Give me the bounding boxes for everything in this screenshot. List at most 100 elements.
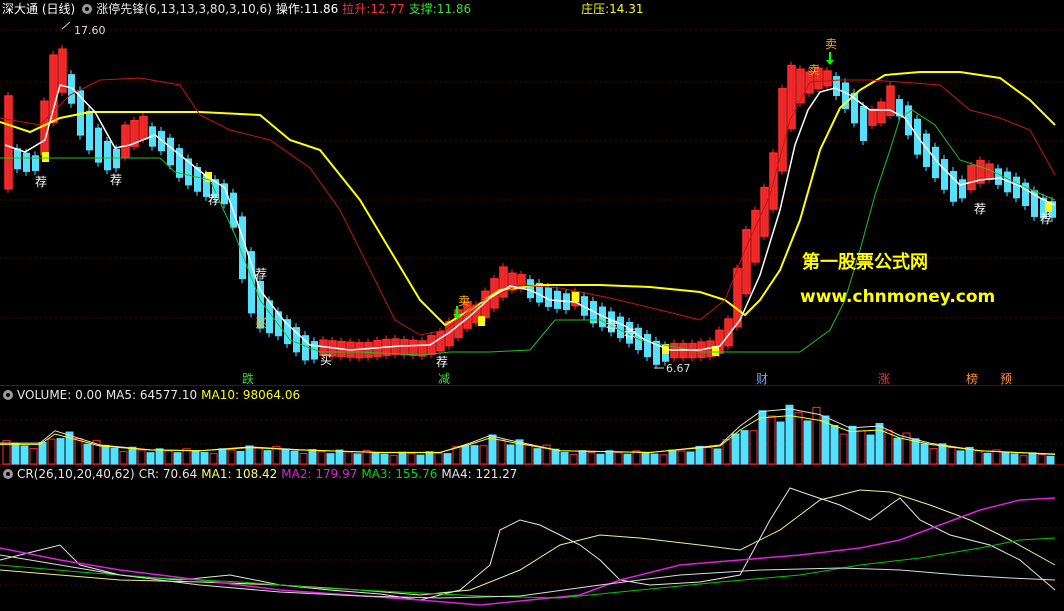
volume-bar: [785, 404, 794, 465]
volume-bar: [713, 448, 722, 465]
volume-bar: [929, 448, 938, 465]
candle-body: [941, 159, 948, 190]
volume-bar: [380, 453, 389, 465]
volume-bar: [227, 449, 236, 465]
tuijian-marker: 荐: [436, 355, 448, 369]
candle-body: [527, 279, 534, 299]
volume-bar: [164, 450, 173, 465]
sell-marker: 卖: [825, 37, 837, 51]
candle-body: [644, 333, 651, 358]
volume-bar: [560, 452, 569, 465]
volume-bar: [686, 451, 695, 465]
volume-bar: [299, 453, 308, 465]
tuijian-marker: 荐: [35, 175, 47, 189]
high-price-label: 17.60: [74, 24, 106, 37]
bottom-tag: 跌: [242, 371, 254, 386]
volume-bar: [659, 454, 668, 465]
buy-marker: 买: [255, 316, 267, 330]
volume-bar: [245, 445, 254, 465]
cr-ma4-line: [0, 554, 1056, 599]
candle-body: [1013, 176, 1020, 199]
volume-bar: [578, 450, 587, 465]
grid-lines: [0, 29, 1064, 586]
volume-bar: [893, 437, 902, 465]
volume-bar: [812, 406, 821, 465]
tuijian-marker: 荐: [255, 267, 267, 281]
candle-fill: [410, 340, 417, 356]
candle-fill: [869, 109, 876, 126]
candle-fill: [5, 95, 12, 189]
volume-bar: [119, 450, 128, 465]
volume-bar: [803, 420, 812, 465]
volume-bar: [281, 448, 290, 465]
volume-bar: [776, 421, 785, 465]
volume-bar: [128, 446, 137, 465]
volume-bar: [641, 452, 650, 465]
candle-body: [104, 140, 111, 171]
volume-bar: [443, 453, 452, 465]
tuijian-marker: 荐: [1040, 212, 1052, 226]
candle-fill: [122, 125, 129, 157]
volume-bar: [47, 438, 56, 465]
bottom-tag: 减: [438, 372, 450, 386]
volume-bar: [317, 451, 326, 465]
volume-bar: [1046, 455, 1055, 465]
candle-fill: [986, 164, 993, 180]
highlight-candle: [478, 316, 485, 326]
volume-bar: [425, 451, 434, 465]
volume-bar: [749, 430, 758, 465]
sell-marker: 卖: [808, 63, 820, 77]
volume-bar: [254, 447, 263, 465]
volume-bar: [470, 445, 479, 465]
volume-bar: [668, 449, 677, 465]
volume-bar: [524, 443, 533, 465]
candle-body: [995, 168, 1002, 185]
volume-bar: [263, 450, 272, 465]
volume-bar: [506, 444, 515, 465]
candle-body: [545, 287, 552, 307]
volume-bar: [236, 450, 245, 465]
bottom-tag: 预: [1000, 372, 1012, 386]
down-arrow-icon: [826, 52, 834, 65]
highlight-candle: [42, 152, 49, 162]
volume-bar: [596, 453, 605, 465]
high-pointer: [61, 21, 71, 30]
candle-body: [95, 127, 102, 163]
volume-bar: [695, 445, 704, 465]
sell-marker: 卖: [458, 294, 470, 308]
volume-bar: [938, 443, 947, 465]
volume-bar: [407, 453, 416, 465]
candlesticks: [4, 45, 1056, 369]
volume-bar: [200, 451, 209, 465]
candle-fill: [401, 339, 408, 355]
volume-bar: [20, 445, 29, 465]
candle-fill: [50, 55, 57, 123]
volume-bar: [173, 452, 182, 465]
stock-chart-canvas[interactable]: 17.60 6.67 荐 荐 荐 荐 荐 荐 荐 荐 荐 买 买 卖 卖 卖 跌…: [0, 0, 1064, 611]
volume-bar: [353, 453, 362, 465]
volume-bar: [839, 433, 848, 465]
volume-bar: [758, 410, 767, 465]
volume-bar: [1001, 451, 1010, 465]
volume-bar: [29, 448, 38, 465]
candle-body: [860, 106, 867, 141]
candle-fill: [41, 101, 48, 155]
cr-ma2-line: [0, 497, 1056, 606]
volume-bar: [1037, 454, 1046, 465]
candle-fill: [824, 71, 831, 86]
candle-body: [959, 179, 966, 199]
volume-bar: [461, 445, 470, 465]
candle-body: [23, 152, 30, 172]
volume-bar: [830, 425, 839, 465]
volume-bar: [857, 430, 866, 465]
volume-bar: [218, 448, 227, 465]
candle-body: [113, 148, 120, 169]
volume-bar: [389, 455, 398, 465]
volume-bars: [2, 404, 1055, 465]
volume-bar: [920, 443, 929, 465]
volume-bar: [191, 450, 200, 465]
volume-bar: [308, 449, 317, 465]
volume-bar: [479, 445, 488, 465]
cr-ma1-line: [0, 489, 1056, 596]
volume-bar: [911, 438, 920, 465]
